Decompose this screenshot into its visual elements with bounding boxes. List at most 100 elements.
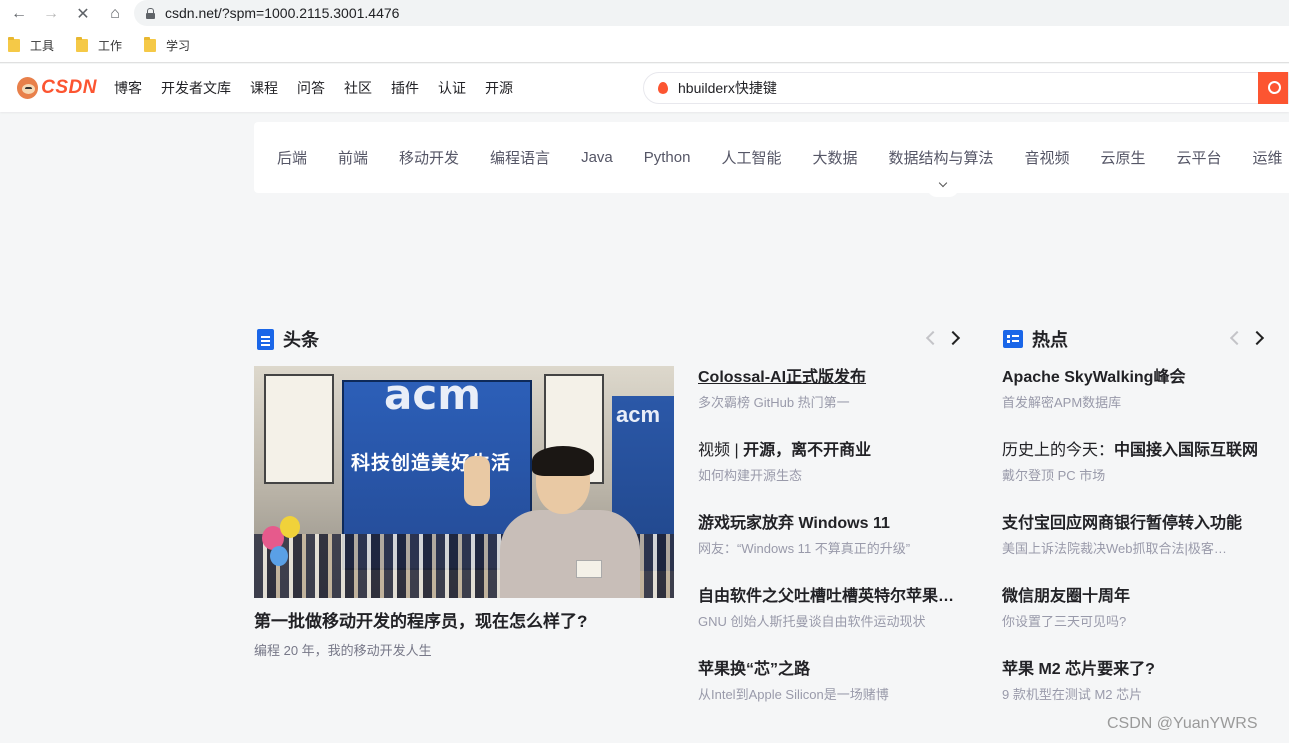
item-subtitle: 你设置了三天可见吗? <box>1002 614 1127 629</box>
search-input[interactable]: hbuilderx快捷键 <box>643 72 1289 104</box>
balloon <box>270 546 288 566</box>
list-item[interactable]: 历史上的今天：中国接入国际互联网 戴尔登顶 PC 市场 <box>1002 440 1272 513</box>
image-person-body <box>500 510 640 598</box>
nav-community[interactable]: 社区 <box>344 78 372 98</box>
item-subtitle: 网友：“Windows 11 不算真正的升级” <box>698 541 911 556</box>
headline-title-link[interactable]: 第一批做移动开发的程序员，现在怎么样了? <box>254 607 587 632</box>
hot-header: 热点 <box>1003 326 1068 352</box>
hot-list: Apache SkyWalking峰会 首发解密APM数据库 历史上的今天：中国… <box>1002 367 1272 732</box>
browser-address-bar: ← → ✕ ⌂ csdn.net/?spm=1000.2115.3001.447… <box>0 0 1289 28</box>
home-icon[interactable]: ⌂ <box>102 1 128 27</box>
bookmark-folder-work[interactable]: 工作 <box>76 36 122 54</box>
nav-blog[interactable]: 博客 <box>114 78 142 98</box>
back-arrow-icon[interactable]: ← <box>6 1 32 27</box>
category-audio-video[interactable]: 音视频 <box>1025 147 1070 168</box>
item-subtitle: 美国上诉法院裁决Web抓取合法|极客… <box>1002 541 1227 556</box>
watermark: CSDN @YuanYWRS <box>1107 715 1258 732</box>
chevron-right-icon[interactable] <box>945 328 965 348</box>
lock-icon[interactable] <box>146 7 155 19</box>
logo-text: CSDN <box>41 77 97 98</box>
bookmark-folder-study[interactable]: 学习 <box>144 36 190 54</box>
hot-title: 热点 <box>1032 330 1068 350</box>
image-person <box>464 446 644 598</box>
list-item[interactable]: 微信朋友圈十周年 你设置了三天可见吗? <box>1002 586 1272 659</box>
chevron-right-icon[interactable] <box>1249 328 1269 348</box>
category-python[interactable]: Python <box>644 149 691 166</box>
list-item[interactable]: 视频 | 开源，离不开商业 如何构建开源生态 <box>698 440 956 513</box>
category-ai[interactable]: 人工智能 <box>721 147 781 168</box>
expand-categories-button[interactable] <box>927 178 959 197</box>
item-title[interactable]: 自由软件之父吐槽吐槽英特尔苹果… <box>698 586 956 608</box>
chevron-down-icon <box>938 178 948 188</box>
image-banner-text: acm <box>384 370 482 419</box>
headline-subtitle: 编程 20 年，我的移动开发人生 <box>254 643 432 658</box>
folder-icon <box>8 36 20 52</box>
chevron-left-icon[interactable] <box>1225 328 1245 348</box>
list-item[interactable]: 游戏玩家放弃 Windows 11 网友：“Windows 11 不算真正的升级… <box>698 513 956 586</box>
monkey-logo-icon <box>17 77 39 99</box>
item-subtitle: 9 款机型在测试 M2 芯片 <box>1002 687 1143 702</box>
item-subtitle: 如何构建开源生态 <box>698 468 803 483</box>
hot-pager <box>1221 328 1269 348</box>
category-mobile[interactable]: 移动开发 <box>399 147 459 168</box>
item-title[interactable]: 游戏玩家放弃 Windows 11 <box>698 513 956 535</box>
category-cloud-platform[interactable]: 云平台 <box>1177 147 1222 168</box>
hot-flame-icon <box>658 82 668 94</box>
nav-courses[interactable]: 课程 <box>250 78 278 98</box>
category-backend[interactable]: 后端 <box>277 147 307 168</box>
image-name-badge <box>576 560 602 578</box>
item-subtitle: GNU 创始人斯托曼谈自由软件运动现状 <box>698 614 926 629</box>
chevron-left-icon[interactable] <box>921 328 941 348</box>
item-title[interactable]: 支付宝回应网商银行暂停转入功能 <box>1002 513 1272 535</box>
hot-list-icon <box>1003 330 1023 348</box>
item-title[interactable]: Colossal-AI正式版发布 <box>698 367 956 389</box>
url-field[interactable]: csdn.net/?spm=1000.2115.3001.4476 <box>134 0 1289 26</box>
url-text: csdn.net/?spm=1000.2115.3001.4476 <box>165 5 400 21</box>
item-subtitle: 多次霸榜 GitHub 热门第一 <box>698 395 850 410</box>
item-subtitle: 戴尔登顶 PC 市场 <box>1002 468 1106 483</box>
list-item[interactable]: Colossal-AI正式版发布 多次霸榜 GitHub 热门第一 <box>698 367 956 440</box>
item-title[interactable]: Apache SkyWalking峰会 <box>1002 367 1272 389</box>
item-title[interactable]: 苹果换“芯”之路 <box>698 659 956 681</box>
forward-arrow-icon[interactable]: → <box>38 1 64 27</box>
search-button[interactable] <box>1258 72 1288 104</box>
list-item[interactable]: 自由软件之父吐槽吐槽英特尔苹果… GNU 创始人斯托曼谈自由软件运动现状 <box>698 586 956 659</box>
folder-icon <box>144 36 157 52</box>
image-window <box>264 374 334 484</box>
category-languages[interactable]: 编程语言 <box>490 147 550 168</box>
item-title[interactable]: 视频 | 开源，离不开商业 <box>698 440 956 462</box>
list-item[interactable]: Apache SkyWalking峰会 首发解密APM数据库 <box>1002 367 1272 440</box>
search-text: hbuilderx快捷键 <box>678 80 777 96</box>
category-bigdata[interactable]: 大数据 <box>812 147 857 168</box>
headlines-title: 头条 <box>283 330 319 350</box>
headlines-pager <box>917 328 965 348</box>
image-person-hair <box>532 446 594 476</box>
nav-plugins[interactable]: 插件 <box>391 78 419 98</box>
image-person-hand <box>464 456 490 506</box>
item-title[interactable]: 微信朋友圈十周年 <box>1002 586 1272 608</box>
category-frontend[interactable]: 前端 <box>338 147 368 168</box>
document-icon <box>257 328 274 350</box>
category-ops[interactable]: 运维 <box>1253 147 1283 168</box>
item-title[interactable]: 苹果 M2 芯片要来了? <box>1002 659 1272 681</box>
nav-dev-library[interactable]: 开发者文库 <box>161 78 231 98</box>
list-item[interactable]: 支付宝回应网商银行暂停转入功能 美国上诉法院裁决Web抓取合法|极客… <box>1002 513 1272 586</box>
headline-image[interactable]: acm 科技创造美好生活 acm <box>254 366 674 598</box>
image-side-banner-text: acm <box>616 402 661 427</box>
nav-qa[interactable]: 问答 <box>297 78 325 98</box>
category-cloud-native[interactable]: 云原生 <box>1101 147 1146 168</box>
bookmark-folder-tools[interactable]: 工具 <box>8 36 54 54</box>
category-algorithms[interactable]: 数据结构与算法 <box>888 147 993 168</box>
category-java[interactable]: Java <box>581 149 613 166</box>
list-item[interactable]: 苹果换“芯”之路 从Intel到Apple Silicon是一场赌博 <box>698 659 956 732</box>
nav-certification[interactable]: 认证 <box>438 78 466 98</box>
category-bar: 后端 前端 移动开发 编程语言 Java Python 人工智能 大数据 数据结… <box>254 122 1289 197</box>
top-nav: 博客 开发者文库 课程 问答 社区 插件 认证 开源 <box>114 78 532 98</box>
item-title[interactable]: 历史上的今天：中国接入国际互联网 <box>1002 440 1272 462</box>
nav-open-source[interactable]: 开源 <box>485 78 513 98</box>
stop-loading-close-icon[interactable]: ✕ <box>70 1 96 27</box>
headlines-list: Colossal-AI正式版发布 多次霸榜 GitHub 热门第一 视频 | 开… <box>698 367 956 732</box>
site-toolbar: CSDN 博客 开发者文库 课程 问答 社区 插件 认证 开源 hbuilder… <box>0 64 1289 112</box>
bookmarks-bar: 工具 工作 学习 <box>0 28 1289 63</box>
csdn-logo[interactable]: CSDN <box>17 77 97 99</box>
